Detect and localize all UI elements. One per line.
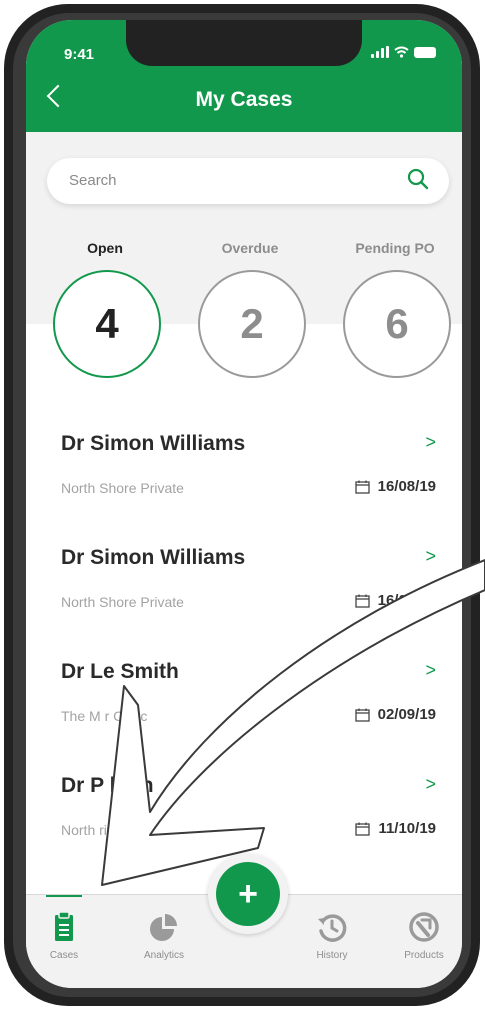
tab-products[interactable]: Products	[384, 909, 462, 961]
case-doctor-name: Dr Le Smith	[61, 660, 179, 683]
tab-history[interactable]: History	[292, 909, 372, 961]
search-placeholder: Search	[69, 172, 117, 189]
case-item[interactable]: Dr Simon Williams > North Shore Private …	[26, 416, 462, 530]
tab-label: Cases	[49, 950, 79, 961]
tab-label: Analytics	[143, 950, 184, 961]
case-hospital: North rivat	[61, 822, 126, 838]
filter-pending-po-count[interactable]: 6	[343, 270, 451, 378]
filter-overdue-count[interactable]: 2	[198, 270, 306, 378]
wifi-icon	[394, 46, 409, 58]
tab-cases[interactable]: Cases	[26, 909, 104, 961]
case-doctor-name: Dr P l P n	[61, 774, 154, 797]
tab-active-indicator	[46, 895, 82, 897]
notch	[126, 20, 362, 66]
case-date-text: 02/09/19	[377, 706, 436, 723]
clipboard-icon	[55, 911, 73, 941]
case-date-text: 16/08/19	[377, 478, 436, 495]
case-list: Dr Simon Williams > North Shore Private …	[26, 324, 462, 904]
search-input[interactable]: Search	[47, 158, 449, 204]
case-hospital: The M r Clinic	[61, 708, 148, 724]
case-date: 16/08/19	[354, 592, 436, 609]
filter-open-count[interactable]: 4	[53, 270, 161, 378]
tab-label: Products	[404, 950, 444, 961]
signal-icon	[371, 46, 389, 58]
products-icon	[409, 912, 439, 942]
calendar-icon	[354, 480, 370, 494]
tab-analytics[interactable]: Analytics	[124, 909, 204, 961]
case-date: 11/10/19	[355, 820, 436, 837]
case-item[interactable]: Dr Simon Williams > North Shore Private …	[26, 530, 462, 644]
case-doctor-name: Dr Simon Williams	[61, 432, 246, 455]
filter-label-open: Open	[87, 240, 123, 256]
header-bar: 9:41 My Cases	[26, 20, 462, 132]
status-time: 9:41	[64, 46, 95, 63]
calendar-icon	[354, 594, 370, 608]
chevron-right-icon: >	[425, 774, 436, 794]
page-title: My Cases	[195, 88, 293, 111]
chevron-right-icon: >	[425, 432, 436, 452]
calendar-icon	[355, 822, 371, 836]
case-date-text: 11/10/19	[378, 820, 436, 837]
chevron-right-icon: >	[425, 546, 436, 566]
case-hospital: North Shore Private	[61, 480, 184, 496]
pie-chart-icon	[150, 914, 177, 941]
calendar-icon	[354, 708, 370, 722]
case-item[interactable]: Dr Le Smith > The M r Clinic 02/09/19	[26, 644, 462, 758]
search-icon[interactable]	[407, 168, 429, 190]
filter-label-pending-po: Pending PO	[355, 240, 435, 256]
case-date: 02/09/19	[354, 706, 436, 723]
filter-label-overdue: Overdue	[221, 240, 279, 256]
case-hospital: North Shore Private	[61, 594, 184, 610]
battery-icon	[414, 46, 436, 58]
chevron-right-icon: >	[425, 660, 436, 680]
history-icon	[318, 914, 347, 942]
tab-label: History	[316, 950, 348, 961]
case-date-text: 16/08/19	[377, 592, 436, 609]
app-screen: 9:41 My Cases Search Open Overdue Pendin…	[26, 20, 462, 988]
status-icons	[371, 44, 436, 60]
case-doctor-name: Dr Simon Williams	[61, 546, 246, 569]
add-case-button[interactable]: +	[216, 862, 280, 926]
case-date: 16/08/19	[354, 478, 436, 495]
